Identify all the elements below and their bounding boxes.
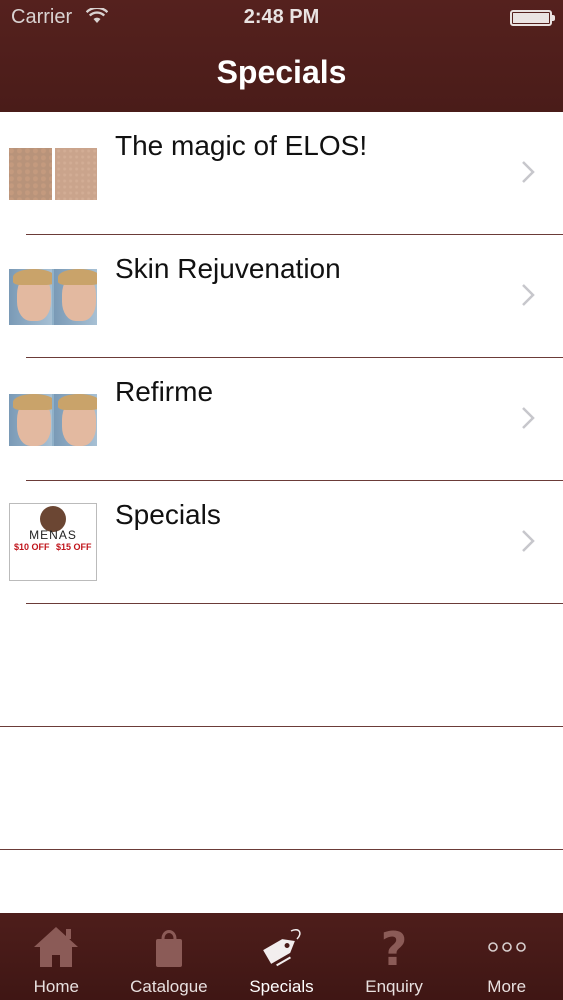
tab-bar: Home Catalogue Specials ? Enquiry More	[0, 913, 563, 1000]
tab-home[interactable]: Home	[0, 913, 113, 1000]
face-thumbnail	[9, 394, 97, 446]
tab-label: Enquiry	[365, 977, 423, 996]
specials-list: The magic of ELOS! Skin Rejuvenation Ref…	[0, 112, 563, 850]
battery-icon	[510, 10, 552, 26]
list-item-label: Skin Rejuvenation	[115, 253, 341, 284]
row-separator	[0, 849, 563, 850]
ad-thumbnail: MENAS $10 OFF $15 OFF	[9, 503, 97, 581]
chevron-right-icon	[522, 161, 535, 183]
tab-label: More	[487, 977, 527, 996]
battery-tip	[552, 15, 555, 21]
chevron-right-icon	[522, 530, 535, 552]
list-item[interactable]: Refirme	[0, 358, 563, 481]
ad-brand-text: MENAS	[29, 528, 77, 542]
chevron-right-icon	[522, 284, 535, 306]
face-thumbnail	[9, 269, 97, 325]
svg-text:?: ?	[381, 923, 408, 971]
empty-row	[0, 727, 563, 850]
ad-offer-text: $15 OFF	[56, 542, 92, 552]
list-item-label: The magic of ELOS!	[115, 130, 368, 161]
list-item-label: Refirme	[115, 376, 214, 407]
tab-enquiry[interactable]: ? Enquiry	[338, 913, 451, 1000]
shopping-bag-icon	[155, 930, 182, 967]
legs-thumbnail	[9, 148, 97, 200]
tab-more[interactable]: More	[450, 913, 563, 1000]
chevron-right-icon	[522, 407, 535, 429]
list-item[interactable]: MENAS $10 OFF $15 OFF Specials	[0, 481, 563, 604]
more-dots-icon	[487, 942, 526, 952]
list-item[interactable]: The magic of ELOS!	[0, 112, 563, 235]
app-header: Carrier 2:48 PM Specials	[0, 0, 563, 112]
price-tag-icon	[263, 928, 302, 967]
tab-label: Catalogue	[130, 977, 208, 996]
list-item[interactable]: Skin Rejuvenation	[0, 235, 563, 358]
status-time: 2:48 PM	[243, 6, 320, 28]
ad-offer-text: $10 OFF	[14, 542, 50, 552]
tab-label: Home	[33, 977, 79, 996]
list-item-label: Specials	[115, 499, 221, 530]
tab-specials[interactable]: Specials	[225, 913, 338, 1000]
empty-row	[0, 604, 563, 727]
page-title: Specials	[216, 54, 347, 90]
home-icon	[34, 927, 79, 967]
tab-label: Specials	[249, 977, 314, 996]
status-bar: Carrier 2:48 PM	[0, 0, 563, 38]
question-mark-icon: ?	[381, 923, 408, 971]
tab-catalogue[interactable]: Catalogue	[113, 913, 226, 1000]
